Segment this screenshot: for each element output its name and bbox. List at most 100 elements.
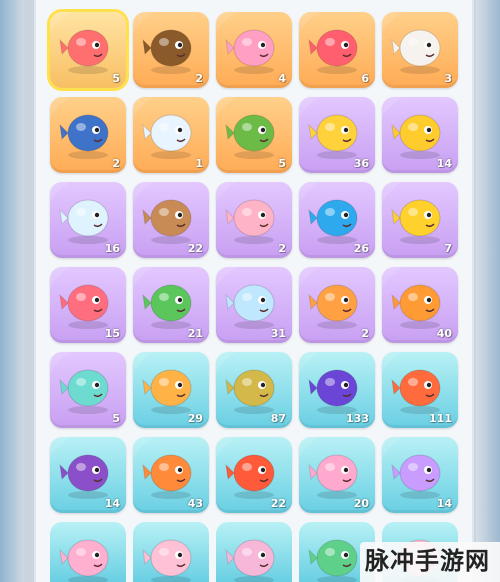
yellow-goldfish-icon — [390, 188, 450, 246]
pink-fish-partial-icon — [58, 528, 118, 582]
left-backdrop — [0, 0, 24, 582]
creature-count: 2 — [278, 242, 286, 255]
orange-jellyfish-icon — [141, 358, 201, 416]
creature-cell-starfish[interactable]: 15 — [50, 267, 126, 343]
red-fish-icon — [307, 18, 367, 76]
creature-count: 4 — [278, 72, 286, 85]
pink-blob-icon — [307, 443, 367, 501]
yellow-green-fish-icon — [224, 358, 284, 416]
watermark: 脉冲手游网 — [360, 542, 500, 582]
creature-cell-pink-fish-partial-3[interactable] — [216, 522, 292, 582]
creature-cell-white-spiky-fish[interactable]: 16 — [50, 182, 126, 258]
pink-fish-partial-2-icon — [141, 528, 201, 582]
creature-grid: 5 2 4 6 3 2 1 5 36 14 16 22 2 26 7 15 21 31 2 40 5 29 87 133 111… — [50, 12, 458, 513]
coconut-creature-icon — [141, 188, 201, 246]
blue-bear-icon — [224, 273, 284, 331]
blue-turtle-icon — [307, 188, 367, 246]
creature-cell-blue-turtle[interactable]: 26 — [299, 182, 375, 258]
creature-count: 22 — [187, 242, 203, 255]
creature-cell-coconut-creature[interactable]: 22 — [133, 182, 209, 258]
creature-cell-white-whale[interactable]: 1 — [133, 97, 209, 173]
creature-count: 20 — [353, 497, 369, 510]
creature-cell-blue-bear[interactable]: 31 — [216, 267, 292, 343]
pink-axolotl-icon — [224, 188, 284, 246]
creature-count: 6 — [361, 72, 369, 85]
creature-count: 31 — [270, 327, 286, 340]
creature-cell-orange-jellyfish[interactable]: 29 — [133, 352, 209, 428]
creature-count: 36 — [353, 157, 369, 170]
creature-cell-yellow-blowfish[interactable]: 14 — [382, 97, 458, 173]
creature-cell-orange-goldfish[interactable]: 40 — [382, 267, 458, 343]
creature-cell-yellow-green-fish[interactable]: 87 — [216, 352, 292, 428]
orange-platypus-icon — [307, 273, 367, 331]
yellow-pufferfish-icon — [307, 103, 367, 161]
creature-cell-yellow-goldfish[interactable]: 7 — [382, 182, 458, 258]
orange-goldfish-icon — [390, 273, 450, 331]
creature-cell-green-puffer[interactable]: 21 — [133, 267, 209, 343]
creature-cell-pink-blob[interactable]: 20 — [299, 437, 375, 513]
creature-count: 22 — [270, 497, 286, 510]
creature-cell-koi-fish[interactable]: 5 — [50, 12, 126, 88]
creature-count: 14 — [436, 157, 452, 170]
creature-count: 14 — [436, 497, 452, 510]
creature-cell-green-frog[interactable]: 5 — [216, 97, 292, 173]
creature-count: 16 — [104, 242, 120, 255]
clownfish-icon — [390, 358, 450, 416]
creature-cell-shark[interactable]: 2 — [50, 97, 126, 173]
white-seal-icon — [390, 18, 450, 76]
creature-count: 29 — [187, 412, 203, 425]
creature-cell-white-seal[interactable]: 3 — [382, 12, 458, 88]
watermark-text: 脉冲手游网 — [365, 546, 490, 575]
creature-count: 133 — [346, 412, 369, 425]
yellow-blowfish-icon — [390, 103, 450, 161]
creature-count: 2 — [361, 327, 369, 340]
white-whale-icon — [141, 103, 201, 161]
pink-creature-icon — [224, 18, 284, 76]
creature-cell-yellow-pufferfish[interactable]: 36 — [299, 97, 375, 173]
creature-cell-orange-fish[interactable]: 43 — [133, 437, 209, 513]
creature-cell-purple-octopus[interactable]: 133 — [299, 352, 375, 428]
creature-cell-sea-turtles[interactable]: 2 — [133, 12, 209, 88]
right-backdrop — [476, 0, 500, 582]
purple-crab-icon — [390, 443, 450, 501]
creature-cell-pink-creature[interactable]: 4 — [216, 12, 292, 88]
green-puffer-icon — [141, 273, 201, 331]
creature-count: 111 — [429, 412, 452, 425]
creature-cell-clownfish[interactable]: 111 — [382, 352, 458, 428]
creature-cell-red-striped-fish[interactable]: 22 — [216, 437, 292, 513]
creature-count: 87 — [270, 412, 286, 425]
creature-count: 1 — [195, 157, 203, 170]
koi-fish-icon — [58, 18, 118, 76]
creature-count: 5 — [112, 72, 120, 85]
creature-cell-red-fish[interactable]: 6 — [299, 12, 375, 88]
creature-count: 14 — [104, 497, 120, 510]
creature-count: 5 — [112, 412, 120, 425]
white-spiky-fish-icon — [58, 188, 118, 246]
purple-octopus-icon — [307, 358, 367, 416]
creature-count: 3 — [444, 72, 452, 85]
teal-mouse-icon — [58, 358, 118, 416]
creature-count: 2 — [112, 157, 120, 170]
creature-count: 7 — [444, 242, 452, 255]
orange-fish-icon — [141, 443, 201, 501]
creature-count: 43 — [187, 497, 203, 510]
creature-count: 21 — [187, 327, 203, 340]
creature-count: 26 — [353, 242, 369, 255]
creature-cell-pink-fish-partial[interactable] — [50, 522, 126, 582]
purple-hat-creature-icon — [58, 443, 118, 501]
green-frog-icon — [224, 103, 284, 161]
creature-cell-pink-fish-partial-2[interactable] — [133, 522, 209, 582]
starfish-icon — [58, 273, 118, 331]
creature-count: 40 — [436, 327, 452, 340]
creature-cell-purple-crab[interactable]: 14 — [382, 437, 458, 513]
creature-cell-teal-mouse[interactable]: 5 — [50, 352, 126, 428]
green-fish-partial-icon — [307, 528, 367, 582]
creature-count: 5 — [278, 157, 286, 170]
creature-cell-pink-axolotl[interactable]: 2 — [216, 182, 292, 258]
pink-fish-partial-3-icon — [224, 528, 284, 582]
creature-cell-purple-hat-creature[interactable]: 14 — [50, 437, 126, 513]
red-striped-fish-icon — [224, 443, 284, 501]
creature-cell-orange-platypus[interactable]: 2 — [299, 267, 375, 343]
sea-turtles-icon — [141, 18, 201, 76]
creature-count: 2 — [195, 72, 203, 85]
